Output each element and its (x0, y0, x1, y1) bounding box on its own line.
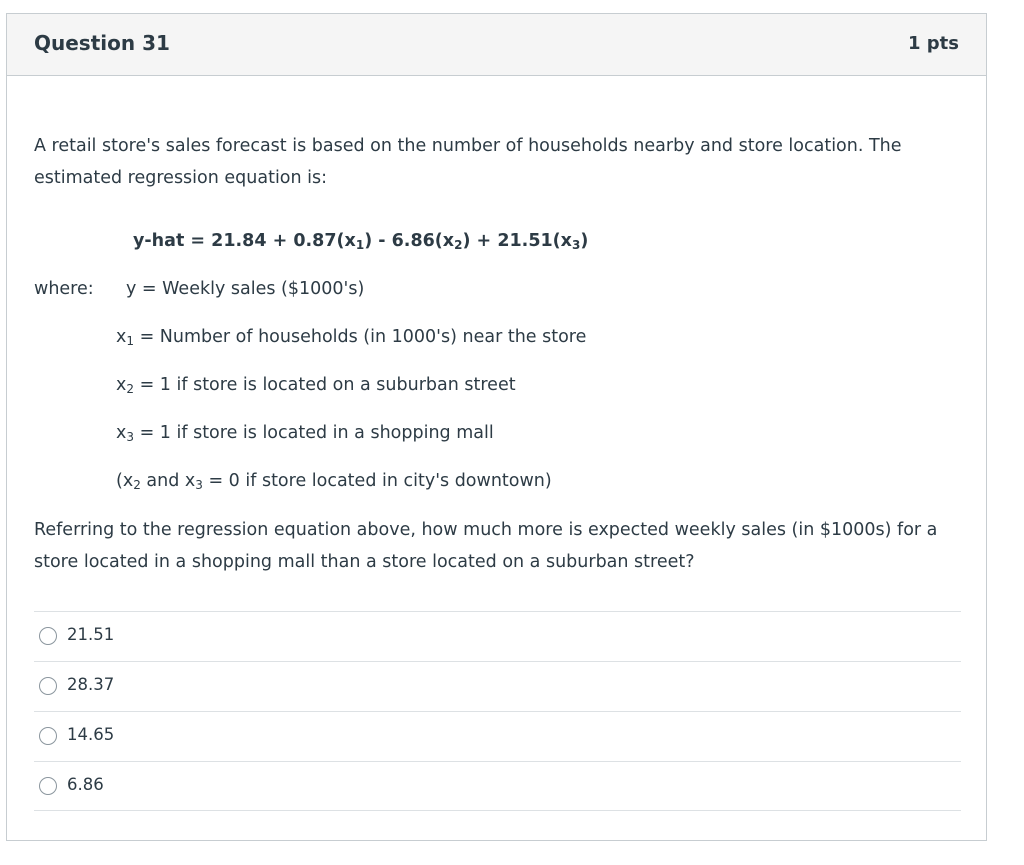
equation-part: y-hat = 21.84 + 0.87(x (133, 231, 356, 251)
definition-text: = 1 if store is located on a suburban st… (134, 375, 516, 395)
x3-definition: x3 = 1 if store is located in a shopping… (116, 421, 494, 445)
equation-part: ) (580, 231, 589, 251)
note-subscript: 3 (195, 478, 203, 492)
regression-equation: y-hat = 21.84 + 0.87(x1) - 6.86(x2) + 21… (133, 229, 588, 253)
note-part: = 0 if store located in city's downtown) (202, 471, 552, 491)
question-points: 1 pts (908, 33, 959, 54)
downtown-note: (x2 and x3 = 0 if store located in city'… (116, 469, 552, 493)
answer-label[interactable]: 6.86 (67, 775, 104, 794)
question-card: Question 31 1 pts A retail store's sales… (6, 13, 987, 841)
question-title: Question 31 (34, 31, 170, 55)
radio-button[interactable] (39, 627, 57, 645)
radio-button[interactable] (39, 677, 57, 695)
variable-subscript: 2 (126, 382, 134, 396)
definition-text: = Number of households (in 1000's) near … (134, 327, 587, 347)
y-definition: y = Weekly sales ($1000's) (126, 279, 365, 299)
equation-subscript: 1 (355, 238, 365, 252)
variable-subscript: 1 (126, 334, 134, 348)
variable-name: x (116, 327, 127, 347)
radio-button[interactable] (39, 777, 57, 795)
note-part: (x (116, 471, 134, 491)
question-header: Question 31 1 pts (7, 14, 986, 76)
equation-part: ) - 6.86(x (364, 231, 455, 251)
variable-name: x (116, 375, 127, 395)
variable-subscript: 3 (126, 430, 134, 444)
question-prompt: Referring to the regression equation abo… (34, 520, 938, 572)
variable-name: x (116, 423, 127, 443)
x1-definition: x1 = Number of households (in 1000's) ne… (116, 325, 586, 349)
definition-text: = 1 if store is located in a shopping ma… (134, 423, 494, 443)
answer-label[interactable]: 28.37 (67, 675, 114, 694)
answer-label[interactable]: 21.51 (67, 625, 114, 644)
equation-part: ) + 21.51(x (462, 231, 572, 251)
note-part: and x (140, 471, 196, 491)
where-label: where: (34, 279, 94, 299)
question-intro: A retail store's sales forecast is based… (34, 136, 902, 188)
answer-option[interactable]: 21.51 (34, 611, 961, 661)
x2-definition: x2 = 1 if store is located on a suburban… (116, 373, 516, 397)
answer-option[interactable]: 6.86 (34, 761, 961, 811)
note-subscript: 2 (133, 478, 141, 492)
answer-label[interactable]: 14.65 (67, 725, 114, 744)
answer-option[interactable]: 14.65 (34, 711, 961, 761)
answer-option[interactable]: 28.37 (34, 661, 961, 711)
answer-list: 21.51 28.37 14.65 6.86 (34, 611, 961, 811)
radio-button[interactable] (39, 727, 57, 745)
